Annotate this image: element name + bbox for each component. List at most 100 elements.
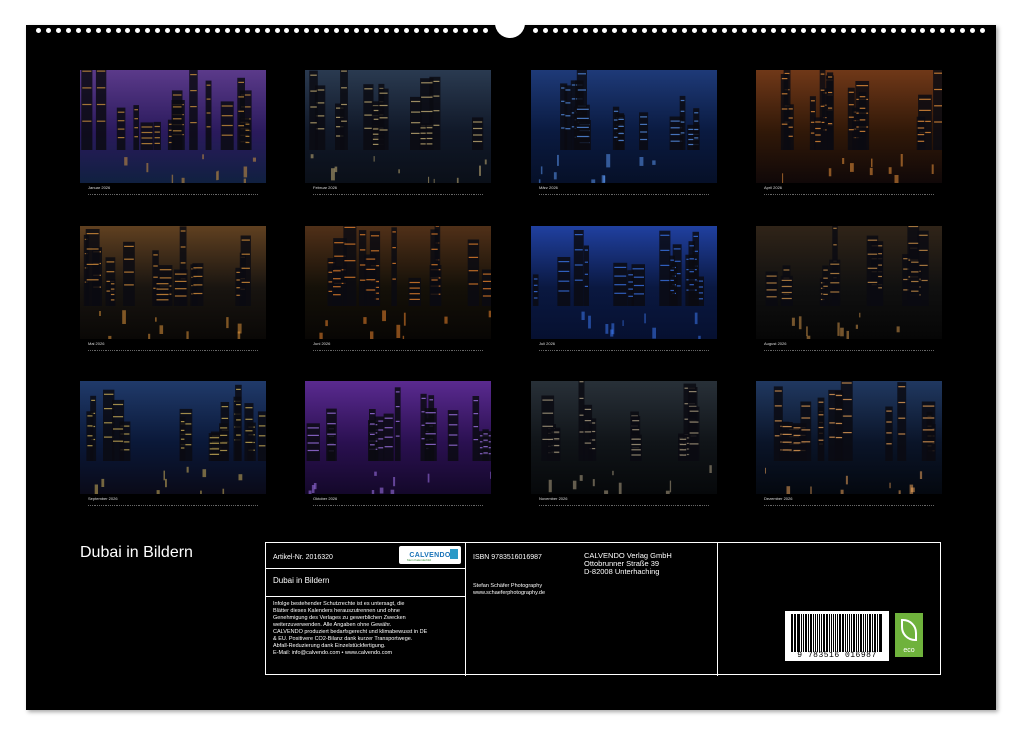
legal-line: E-Mail: info@calvendo.com • www.calvendo… [273, 650, 427, 657]
month-photo [80, 381, 266, 494]
binding-hole [384, 28, 389, 33]
month-photo [531, 70, 717, 183]
night-city-photo [531, 226, 717, 339]
calvendo-logo: CALVENDO Mein Kalenderbild [399, 546, 461, 564]
month-photo [305, 70, 491, 183]
legal-text: Infolge bestehender Schutzrechte ist es … [273, 601, 427, 657]
publisher-address: CALVENDO Verlag GmbHOttobrunner Straße 3… [584, 552, 672, 576]
binding-hole [861, 28, 866, 33]
month-photo [305, 226, 491, 339]
month-photo [531, 381, 717, 494]
publisher-line: D-82008 Unterhaching [584, 568, 672, 576]
binding-hole [135, 28, 140, 33]
binding-hole [563, 28, 568, 33]
binding-hole [463, 28, 468, 33]
binding-hole [175, 28, 180, 33]
binding-hole [980, 28, 985, 33]
isbn-barcode: 9 783516 016987 [785, 611, 889, 661]
binding-hole [702, 28, 707, 33]
binding-hole [533, 28, 538, 33]
month-day-grid [313, 503, 483, 506]
legal-line: Genehmigung des Verlages zu gewerblichen… [273, 615, 427, 622]
month-label: April 2026 [764, 186, 782, 190]
binding-hole [155, 28, 160, 33]
month-photo [756, 381, 942, 494]
binding-hole [722, 28, 727, 33]
month-day-grid [764, 503, 934, 506]
binding-hole [294, 28, 299, 33]
month-label: September 2026 [88, 497, 118, 501]
photographer: Stefan Schäfer Photography [473, 583, 542, 590]
binding-hole [821, 28, 826, 33]
binding-hole [841, 28, 846, 33]
binding-hole [434, 28, 439, 33]
month-day-grid [88, 348, 258, 351]
binding-hole [334, 28, 339, 33]
binding-hole [732, 28, 737, 33]
month-day-grid [539, 348, 709, 351]
legal-line: Infolge bestehender Schutzrechte ist es … [273, 601, 427, 608]
month-photo [305, 381, 491, 494]
binding-hole [622, 28, 627, 33]
binding-hole [354, 28, 359, 33]
eco-label: eco [895, 647, 923, 654]
binding-hole [364, 28, 369, 33]
eco-badge: eco [895, 613, 923, 657]
binding-hole [304, 28, 309, 33]
artikel-number: Artikel-Nr. 2016320 [273, 554, 333, 562]
binding-hole [682, 28, 687, 33]
month-photo [80, 70, 266, 183]
binding-hole [483, 28, 488, 33]
month-label: August 2026 [764, 342, 786, 346]
binding-hole [284, 28, 289, 33]
binding-hole [205, 28, 210, 33]
binding-hole [86, 28, 91, 33]
binding-hole [215, 28, 220, 33]
month-day-grid [764, 348, 934, 351]
binding-hole [324, 28, 329, 33]
binding-hole [553, 28, 558, 33]
month-day-grid [88, 192, 258, 195]
binding-hole [920, 28, 925, 33]
binding-hole [344, 28, 349, 33]
night-city-photo [305, 381, 491, 494]
night-city-photo [531, 381, 717, 494]
binding-hole [374, 28, 379, 33]
binding-hole [761, 28, 766, 33]
legal-line: Abfall-Reduzierung dank Einzelstückferti… [273, 643, 427, 650]
month-label: Juli 2026 [539, 342, 555, 346]
binding-hole [632, 28, 637, 33]
binding-hole [36, 28, 41, 33]
legal-line: Blätter dieses Kalenders herauszutrennen… [273, 608, 427, 615]
binding-hole [66, 28, 71, 33]
binding-hole [106, 28, 111, 33]
binding-hole [652, 28, 657, 33]
binding-hole [801, 28, 806, 33]
binding-hole [692, 28, 697, 33]
month-photo [756, 226, 942, 339]
binding-hole [235, 28, 240, 33]
night-city-photo [80, 381, 266, 494]
month-day-grid [539, 503, 709, 506]
binding-hole [96, 28, 101, 33]
calendar-title: Dubai in Bildern [80, 544, 193, 562]
night-city-photo [531, 70, 717, 183]
month-label: Mai 2026 [88, 342, 104, 346]
binding-hole [960, 28, 965, 33]
binding-hole [314, 28, 319, 33]
binding-hole [831, 28, 836, 33]
night-city-photo [305, 70, 491, 183]
binding-hole [185, 28, 190, 33]
info-box: Artikel-Nr. 2016320 CALVENDO Mein Kalend… [265, 542, 941, 675]
binding-hole [195, 28, 200, 33]
night-city-photo [305, 226, 491, 339]
binding-hole [125, 28, 130, 33]
binding-hole [742, 28, 747, 33]
binding-hole [165, 28, 170, 33]
binding-hole [712, 28, 717, 33]
binding-hole [255, 28, 260, 33]
night-city-photo [756, 226, 942, 339]
binding-hole [891, 28, 896, 33]
binding-hole [672, 28, 677, 33]
binding-hole [583, 28, 588, 33]
